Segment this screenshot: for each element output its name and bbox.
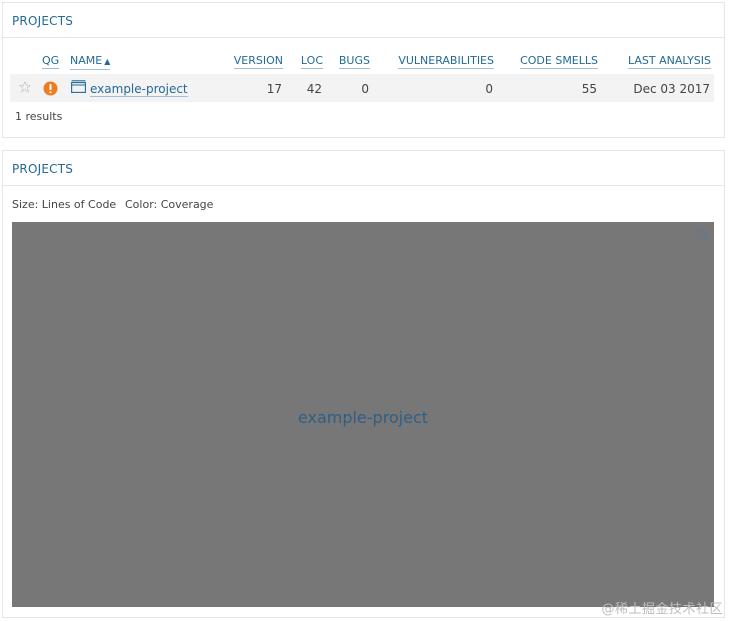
- treemap-color-legend: Color: Coverage: [125, 198, 214, 211]
- results-count: 1 results: [15, 110, 63, 123]
- column-header-vulnerabilities[interactable]: VULNERABILITIES: [398, 54, 494, 69]
- column-header-last-analysis[interactable]: LAST ANALYSIS: [628, 54, 711, 69]
- cell-version: 17: [266, 82, 282, 96]
- treemap-project-label: example-project: [297, 408, 429, 427]
- column-header-name-label: NAME: [70, 54, 103, 67]
- treemap-cell[interactable]: example-project: [12, 222, 714, 607]
- column-header-loc[interactable]: LOC: [300, 54, 323, 69]
- sort-ascending-icon: ▲: [104, 57, 111, 66]
- folder-icon: [71, 80, 86, 93]
- column-header-code-smells[interactable]: CODE SMELLS: [520, 54, 598, 69]
- warning-icon: [43, 81, 58, 96]
- column-header-name[interactable]: NAME ▲: [70, 54, 111, 70]
- column-header-version[interactable]: VERSION: [233, 54, 283, 69]
- cell-loc: 42: [306, 82, 322, 96]
- cell-code-smells: 55: [581, 82, 597, 96]
- treemap-size-legend: Size: Lines of Code: [12, 198, 117, 211]
- star-icon[interactable]: [19, 81, 31, 93]
- panel-title: PROJECTS: [3, 3, 724, 38]
- cell-bugs: 0: [361, 82, 369, 96]
- project-link[interactable]: example-project: [90, 82, 188, 97]
- column-header-bugs[interactable]: BUGS: [338, 54, 370, 69]
- projects-table-panel: PROJECTS: [2, 2, 725, 138]
- cell-last-analysis: Dec 03 2017: [633, 82, 710, 96]
- watermark-text: @稀土掘金技术社区: [601, 602, 723, 617]
- cell-vulnerabilities: 0: [485, 82, 493, 96]
- zoom-icon[interactable]: [696, 226, 710, 240]
- panel-title: PROJECTS: [3, 151, 724, 186]
- column-header-qg[interactable]: QG: [42, 54, 60, 69]
